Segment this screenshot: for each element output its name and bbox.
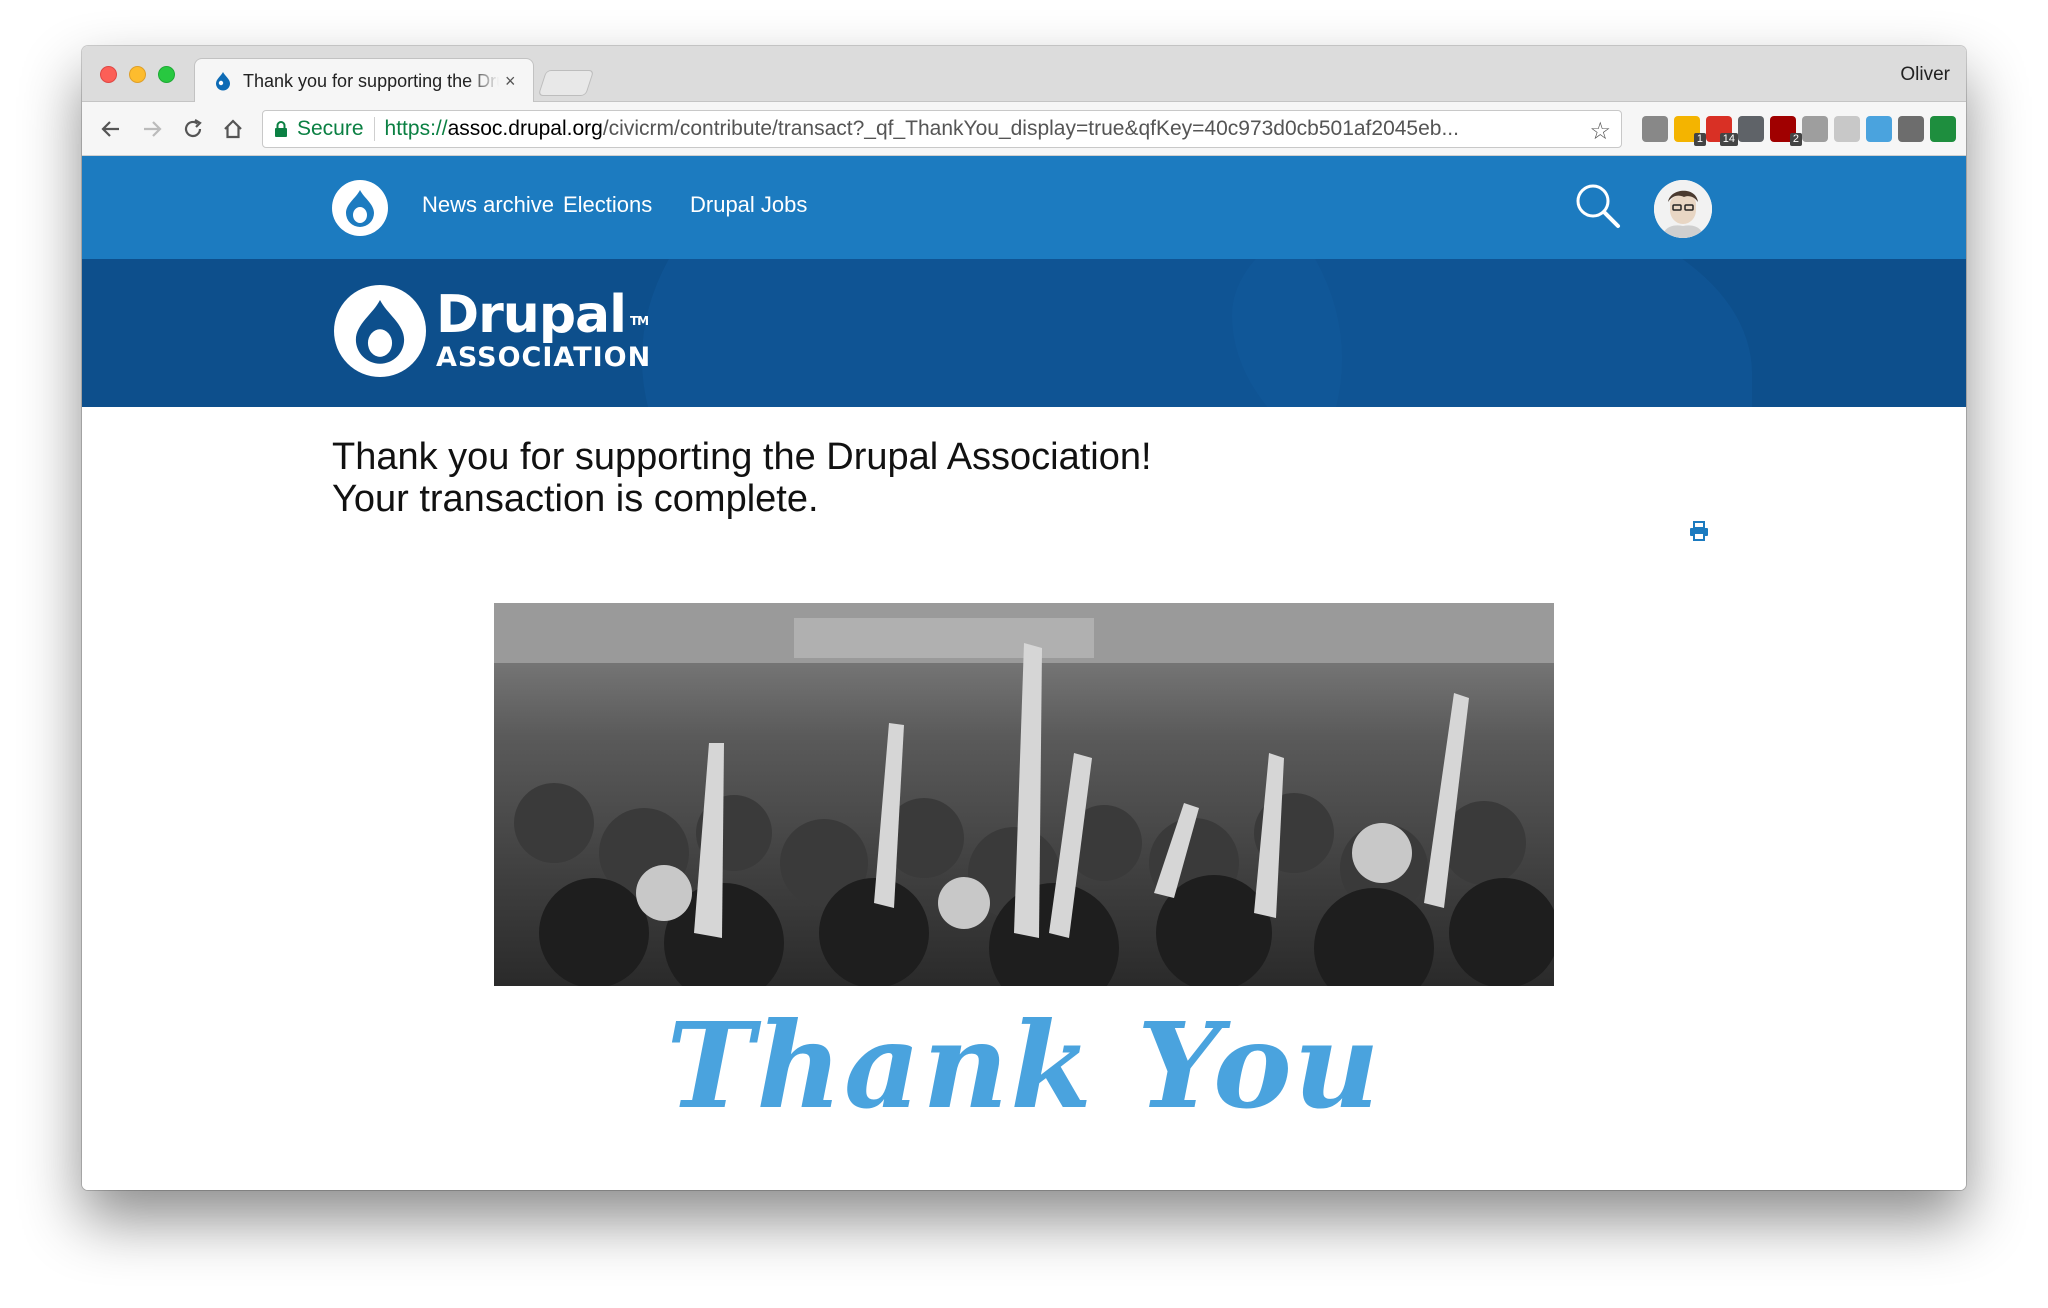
upload-ext-icon[interactable] xyxy=(1930,116,1956,142)
drupal-association-logo[interactable]: Drupal TM ASSOCIATION xyxy=(334,285,651,377)
title-line-1: Thank you for supporting the Drupal Asso… xyxy=(332,436,1152,478)
reload-button[interactable] xyxy=(178,114,208,144)
back-button[interactable] xyxy=(96,114,126,144)
brand-wordmark: Drupal TM ASSOCIATION xyxy=(436,288,651,374)
page-title: Thank you for supporting the Drupal Asso… xyxy=(332,436,1152,520)
page-viewport: News archive Elections Drupal Jobs Drupa… xyxy=(82,156,1966,1190)
zoom-window-button[interactable] xyxy=(158,66,175,83)
extension-badge: 14 xyxy=(1719,133,1738,146)
ublock-ext-icon[interactable]: 2 xyxy=(1770,116,1802,146)
new-tab-button[interactable] xyxy=(537,70,595,96)
check-ext-icon[interactable] xyxy=(1866,116,1892,142)
crowd-photo-image xyxy=(494,603,1554,986)
arrow-right-icon xyxy=(144,121,162,137)
nav-link-news-archive[interactable]: News archive xyxy=(422,192,554,218)
arrow-left-icon xyxy=(101,121,119,137)
close-window-button[interactable] xyxy=(100,66,117,83)
print-icon[interactable] xyxy=(1688,520,1710,542)
url-host: assoc.drupal.org xyxy=(447,117,603,140)
nav-link-drupal-jobs[interactable]: Drupal Jobs xyxy=(690,192,807,218)
tab-bar: Thank you for supporting the Drupal Asso… xyxy=(82,46,1966,103)
forward-button[interactable] xyxy=(137,114,167,144)
home-icon xyxy=(224,119,242,139)
reload-icon xyxy=(184,119,202,138)
user-avatar-icon xyxy=(1654,180,1712,238)
url-path: /civicrm/contribute/transact?_qf_ThankYo… xyxy=(602,117,1459,140)
drupal-home-logo[interactable] xyxy=(332,180,388,236)
play-ext-icon[interactable] xyxy=(1898,116,1924,142)
url-scheme: https:// xyxy=(384,117,448,140)
omnibox-divider xyxy=(373,117,375,141)
brand-name: Drupal TM xyxy=(436,288,651,342)
profile-name[interactable]: Oliver xyxy=(1900,64,1950,86)
browser-tab[interactable]: Thank you for supporting the Drupal Asso… xyxy=(194,58,534,103)
minimize-window-button[interactable] xyxy=(129,66,146,83)
browser-toolbar: Secure https://assoc.drupal.org/civicrm/… xyxy=(82,102,1966,156)
url-text: https://assoc.drupal.org/civicrm/contrib… xyxy=(385,117,1520,141)
thank-you-script-text: Thank You xyxy=(666,996,1382,1135)
association-banner: Drupal TM ASSOCIATION xyxy=(82,259,1966,407)
home-button[interactable] xyxy=(218,114,248,144)
search-button[interactable] xyxy=(1572,180,1624,232)
tab-close-button[interactable]: × xyxy=(505,71,516,92)
drive-ext-icon[interactable] xyxy=(1834,116,1860,142)
gear-ext-icon[interactable] xyxy=(1642,116,1668,142)
extension-badge: 1 xyxy=(1693,133,1706,146)
trademark-mark: TM xyxy=(629,314,649,328)
title-line-2: Your transaction is complete. xyxy=(332,478,819,520)
drupal-drop-icon xyxy=(346,190,374,227)
secure-label: Secure xyxy=(297,117,364,140)
drupal-favicon-icon xyxy=(216,72,230,91)
extension-badge: 2 xyxy=(1789,133,1802,146)
bookmark-star-icon[interactable]: ☆ xyxy=(1589,117,1611,146)
calendar-ext-icon[interactable]: 14 xyxy=(1706,116,1738,146)
banner-decoration xyxy=(1232,259,1752,407)
brand-subtitle: ASSOCIATION xyxy=(436,342,652,373)
drupal-logo-drop-icon xyxy=(334,285,426,377)
browser-window: Thank you for supporting the Drupal Asso… xyxy=(82,46,1966,1190)
address-bar[interactable]: Secure https://assoc.drupal.org/civicrm/… xyxy=(262,110,1622,148)
settings-ext-icon[interactable] xyxy=(1738,116,1764,142)
tab-title: Thank you for supporting the Drupal Asso… xyxy=(243,70,499,91)
lock-icon xyxy=(275,121,287,137)
site-nav-bar: News archive Elections Drupal Jobs xyxy=(82,156,1966,259)
user-avatar[interactable] xyxy=(1654,180,1712,238)
search-icon xyxy=(1576,184,1620,228)
nav-link-elections[interactable]: Elections xyxy=(563,192,652,218)
sticky-ext-icon[interactable]: 1 xyxy=(1674,116,1706,146)
camera-ext-icon[interactable] xyxy=(1802,116,1828,142)
crowd-raised-hands-photo xyxy=(494,603,1554,986)
